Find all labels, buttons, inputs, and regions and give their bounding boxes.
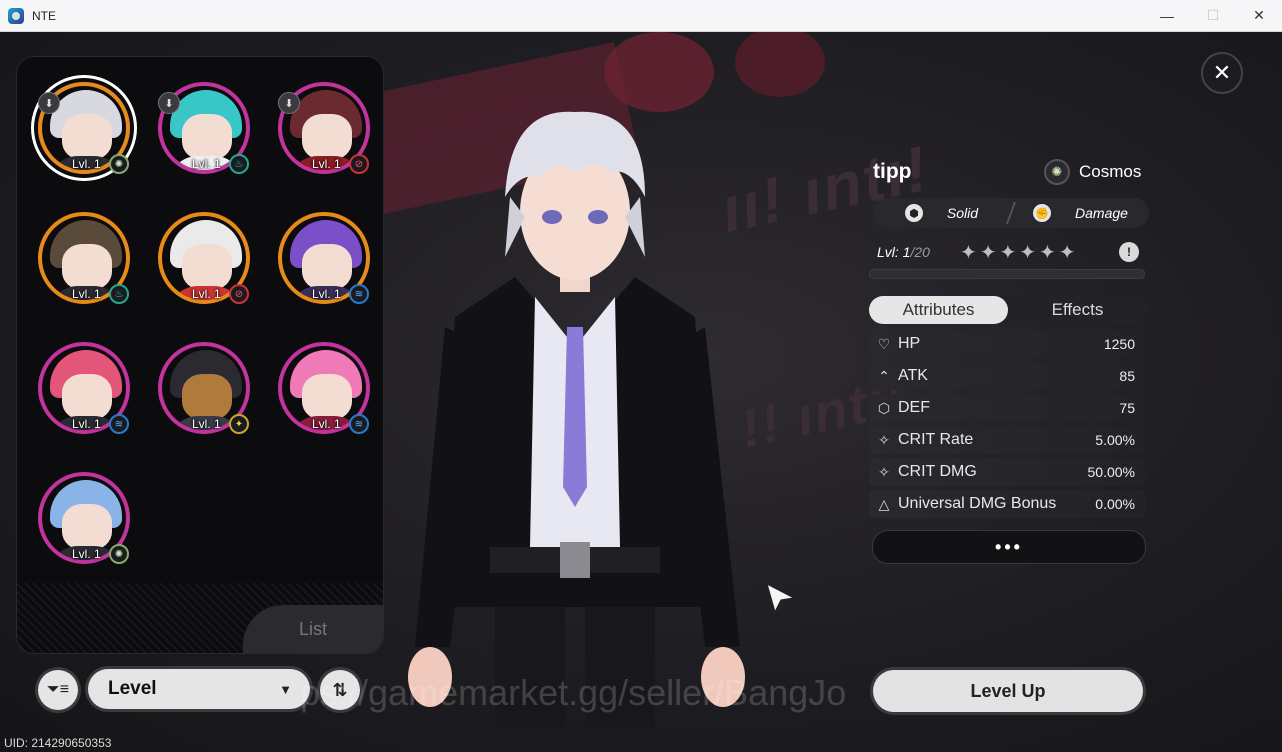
aqua-element-icon: ≋ (349, 414, 369, 434)
mouse-cursor (766, 582, 796, 614)
star-rank: ✦✦✦✦✦✦ (960, 242, 1079, 264)
download-icon: ⬇ (38, 92, 60, 114)
stat-name: CRIT DMG (898, 463, 977, 480)
stat-row-crit-dmg: ✧ CRIT DMG 50.00% (869, 458, 1145, 486)
stat-row-universal-dmg: △ Universal DMG Bonus 0.00% (869, 490, 1145, 518)
download-icon: ⬇ (158, 92, 180, 114)
tag-label: Solid (946, 205, 979, 221)
aqua-element-icon: ≋ (109, 414, 129, 434)
character-level: Lvl. 1 (72, 287, 101, 301)
nature-element-icon: ♨ (109, 284, 129, 304)
stat-name: ATK (898, 367, 928, 384)
shield-icon: ⬡ (877, 399, 891, 416)
character-level: Lvl. 1 (192, 287, 221, 301)
stat-row-def: ⬡ DEF 75 (869, 394, 1145, 422)
stat-value: 50.00% (1087, 464, 1135, 480)
character-tags: ⬢ Solid ✊ Damage (873, 198, 1149, 228)
watermark-text: ps://gamemarket.gg/seller/BangJo (300, 672, 847, 713)
app-icon (8, 7, 24, 24)
cube-icon: ⬢ (904, 204, 923, 222)
window-controls: — ☐ ✕ (1144, 0, 1282, 31)
tag-damage: ✊ Damage (1012, 198, 1149, 228)
cosmos-element-icon: ✺ (109, 544, 129, 564)
level-max: /20 (910, 244, 930, 260)
character-model (408, 111, 745, 727)
stat-value: 85 (1119, 368, 1135, 384)
cosmos-element-icon: ✺ (109, 154, 129, 174)
character-level: Lvl. 1 (312, 417, 341, 431)
stat-name: Universal DMG Bonus (898, 495, 1057, 512)
character-level-display: Lvl: 1/20 (877, 244, 930, 260)
character-level: Lvl. 1 (72, 547, 101, 561)
lightning-element-icon: ✦ (229, 414, 249, 434)
tag-label: Damage (1075, 205, 1128, 221)
minimize-button[interactable]: — (1144, 0, 1190, 31)
triangle-icon: △ (878, 495, 890, 512)
character-level: Lvl. 1 (72, 157, 101, 171)
filter-icon: ⏷≡ (46, 681, 70, 698)
more-stats-button[interactable]: ••• (872, 530, 1146, 564)
character-level: Lvl. 1 (312, 157, 341, 171)
character-level: Lvl. 1 (192, 157, 221, 171)
stat-name: DEF (898, 399, 930, 416)
tag-solid: ⬢ Solid (873, 198, 1010, 228)
level-up-button[interactable]: Level Up (873, 670, 1143, 712)
aqua-element-icon: ≋ (349, 284, 369, 304)
info-icon[interactable]: ! (1119, 242, 1139, 262)
cosmos-path-icon: ✺ (1044, 159, 1070, 185)
fist-icon: ✊ (1033, 204, 1052, 222)
maximize-button[interactable]: ☐ (1190, 0, 1236, 31)
stat-value: 75 (1119, 400, 1135, 416)
close-button[interactable]: ✕ (1201, 52, 1243, 94)
game-viewport: ıı! ıntı! !! ıntı! List ⬇ Lvl. 1 ✺ ⬇ Lvl… (0, 32, 1282, 752)
experience-bar (869, 269, 1145, 279)
list-tab[interactable]: List (243, 605, 383, 653)
close-icon: ✕ (1212, 60, 1232, 85)
crosshair-icon: ✧ (878, 463, 890, 480)
stat-value: 1250 (1103, 336, 1135, 352)
character-name: tipp (873, 160, 912, 183)
nature-element-icon: ♨ (229, 154, 249, 174)
tab-effects[interactable]: Effects (1008, 296, 1147, 324)
download-icon: ⬇ (278, 92, 300, 114)
character-level: Lvl. 1 (312, 287, 341, 301)
sort-dropdown-label: Level (108, 678, 157, 699)
window-titlebar: NTE — ☐ ✕ (0, 0, 1282, 32)
incantation-element-icon: ⊘ (229, 284, 249, 304)
stat-row-hp: ♡ HP 1250 (869, 330, 1145, 358)
stat-row-atk: ⌃ ATK 85 (869, 362, 1145, 390)
stat-row-crit-rate: ✧ CRIT Rate 5.00% (869, 426, 1145, 454)
user-id: UID: 214290650353 (4, 736, 112, 750)
character-path: Cosmos (1079, 162, 1142, 181)
window-title: NTE (32, 8, 56, 23)
chevron-down-icon: ▼ (279, 681, 292, 697)
tab-attributes[interactable]: Attributes (869, 296, 1008, 324)
stat-value: 0.00% (1095, 496, 1135, 512)
close-window-button[interactable]: ✕ (1236, 0, 1282, 31)
character-level: Lvl. 1 (72, 417, 101, 431)
stat-name: HP (898, 335, 921, 352)
attack-icon: ⌃ (878, 367, 890, 384)
heart-icon: ♡ (877, 335, 891, 352)
incantation-element-icon: ⊘ (349, 154, 369, 174)
sort-dropdown[interactable]: Level ▼ (88, 669, 310, 709)
filter-button[interactable]: ⏷≡ (38, 670, 78, 710)
stat-name: CRIT Rate (898, 431, 974, 448)
level-current: Lvl: 1 (877, 244, 911, 260)
stat-value: 5.00% (1095, 432, 1135, 448)
crosshair-icon: ✧ (878, 431, 890, 448)
info-tabs: Attributes Effects (869, 296, 1147, 324)
character-level: Lvl. 1 (192, 417, 221, 431)
